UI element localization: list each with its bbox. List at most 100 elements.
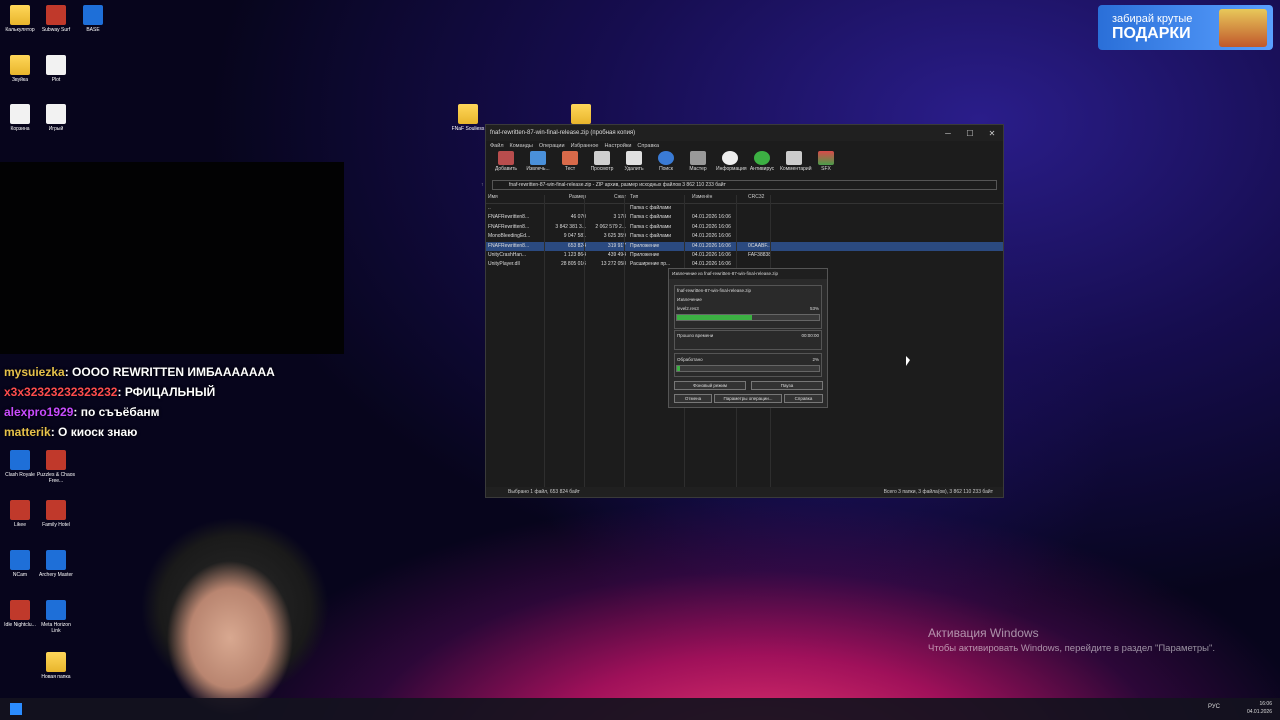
folder-icon (10, 5, 30, 25)
column-header-row: Имя Размер Сжат Тип Изменён CRC32 (486, 194, 1003, 204)
column-packed[interactable]: Сжат (586, 194, 626, 203)
desktop-icon[interactable]: Clash Royale (0, 450, 40, 478)
desktop-icon[interactable]: Family Hotel (36, 500, 76, 528)
add-button[interactable]: Добавить (492, 150, 520, 172)
status-total: Всего 3 папки, 3 файла(ов), 3 862 110 23… (883, 489, 993, 495)
desktop-icon[interactable]: Idle Nightclu... (0, 600, 40, 628)
up-arrow-icon[interactable]: ↑ (481, 181, 484, 189)
column-size[interactable]: Размер (546, 194, 586, 203)
comment-button[interactable]: Комментарий (780, 150, 812, 172)
activation-watermark: Активация Windows Чтобы активировать Win… (928, 626, 1215, 654)
chat-text: О киоск знаю (58, 425, 138, 439)
file-row[interactable]: UnityCrashHan... 1 123 864 439 494 Приложен… (486, 251, 1003, 260)
chat-user: mysuiezka (4, 365, 65, 379)
add-icon (498, 151, 514, 165)
menu-file[interactable]: Файл (490, 143, 504, 149)
file-percent: 53% (809, 306, 819, 311)
file-row[interactable]: FNAFRewritten8... 46 070 3 178 Папка с файл… (486, 213, 1003, 222)
wizard-button[interactable]: Мастер (684, 150, 712, 172)
promo-line1: забирай крутые (1112, 13, 1193, 25)
desktop-icon[interactable]: Новая папка (36, 652, 76, 680)
close-button[interactable]: ✕ (981, 129, 1003, 138)
clock[interactable]: 16:06 04.01.2026 (1247, 700, 1272, 716)
archery-icon (46, 550, 66, 570)
menu-bar: Файл Команды Операции Избранное Настройк… (486, 141, 1003, 150)
puzzles-icon (46, 450, 66, 470)
streamer-figure (115, 488, 360, 720)
address-bar[interactable]: ↑ fnaf-rewritten-87-win-final-release.zi… (481, 180, 997, 190)
comment-icon (786, 151, 802, 165)
desktop-icon[interactable]: FNaF Souliess (448, 104, 488, 132)
desktop-icon[interactable] (561, 104, 601, 126)
pause-button[interactable]: Пауза (751, 381, 823, 390)
file-row[interactable]: MonoBleedingEd... 9 047 581 3 625 359 Папка… (486, 232, 1003, 241)
minimize-button[interactable]: ─ (937, 129, 959, 138)
mouse-cursor-icon (906, 356, 910, 366)
maximize-button[interactable]: ☐ (959, 129, 981, 138)
test-button[interactable]: Тест (556, 150, 584, 172)
processed-percent: 2% (812, 357, 819, 362)
desktop-icon[interactable]: Puzzles & Chaos Free... (36, 450, 76, 484)
desktop-icon[interactable]: Meta Horizon Link (36, 600, 76, 634)
desktop-icon[interactable]: Корзина (0, 104, 40, 132)
menu-favorites[interactable]: Избранное (571, 143, 599, 149)
promo-banner[interactable]: забирай крутые ПОДАРКИ (1098, 5, 1273, 50)
extract-button[interactable]: Извлечь... (524, 150, 552, 172)
desktop-icon[interactable]: Игрый (36, 104, 76, 132)
desktop-icon[interactable]: NCam (0, 550, 40, 578)
menu-operations[interactable]: Операции (539, 143, 565, 149)
desktop-icon[interactable]: BASE (73, 5, 113, 33)
file-row[interactable]: .. Папка с файлами (486, 204, 1003, 213)
column-type[interactable]: Тип (626, 194, 688, 203)
info-icon (722, 151, 738, 165)
folder-icon (46, 652, 66, 672)
menu-commands[interactable]: Команды (510, 143, 533, 149)
delete-button[interactable]: Удалить (620, 150, 648, 172)
document-icon (46, 104, 66, 124)
extract-icon (530, 151, 546, 165)
windows-start-icon[interactable] (10, 703, 22, 715)
activation-text: Чтобы активировать Windows, перейдите в … (928, 643, 1215, 654)
desktop-icon[interactable]: Archery Master (36, 550, 76, 578)
toolbar: Добавить Извлечь... Тест Просмотр Удалит… (486, 150, 1003, 178)
desktop: { "desktop_icons": [ {"label": "Калькуля… (0, 0, 1280, 720)
info-button[interactable]: Информация (716, 150, 747, 172)
desktop-icon[interactable]: Звуйка (0, 55, 40, 83)
file-list: .. Папка с файлами FNAFRewritten8... 46 07… (486, 204, 1003, 270)
recycle-bin-icon (10, 104, 30, 124)
language-indicator[interactable]: РУС (1208, 704, 1220, 710)
view-icon (594, 151, 610, 165)
base-app-icon (83, 5, 103, 25)
column-crc[interactable]: CRC32 (744, 194, 782, 203)
help-button[interactable]: Справка (784, 394, 823, 403)
options-button[interactable]: Параметры операции... (714, 394, 782, 403)
antivirus-button[interactable]: Антивирус (748, 150, 776, 172)
menu-help[interactable]: Справка (637, 143, 659, 149)
gift-icon (1219, 9, 1267, 47)
column-name[interactable]: Имя (486, 194, 546, 203)
desktop-icon[interactable]: Subway Surf (36, 5, 76, 33)
dialog-title: Извлечение из fnaf-rewritten-87-win-fina… (669, 269, 827, 279)
desktop-icon[interactable]: Likee (0, 500, 40, 528)
chat-message: matterik: О киоск знаю (4, 425, 138, 439)
trash-icon (626, 151, 642, 165)
column-divider (584, 195, 585, 487)
sfx-button[interactable]: SFX (812, 150, 840, 172)
status-selected: Выбрано 1 файл, 653 824 байт (508, 489, 580, 495)
ncam-icon (10, 550, 30, 570)
find-button[interactable]: Поиск (652, 150, 680, 172)
chat-message: alexpro1929: по съъёбанм (4, 405, 160, 419)
file-progress-bar (676, 314, 820, 321)
desktop-icon[interactable]: Калькулятор (0, 5, 40, 33)
desktop-icon[interactable]: Plot (36, 55, 76, 83)
processed-label: Обработано (677, 357, 703, 362)
antivirus-icon (754, 151, 770, 165)
file-row[interactable]: FNAFRewritten8... 3 842 381 3... 2 062 579… (486, 223, 1003, 232)
chat-text: РФИЦАЛЬНЫЙ (124, 385, 216, 399)
view-button[interactable]: Просмотр (588, 150, 616, 172)
webcam-overlay (0, 162, 344, 354)
menu-settings[interactable]: Настройки (604, 143, 631, 149)
file-row-selected[interactable]: FNAFRewritten8... 653 824 319 917 Приложени… (486, 241, 1003, 251)
cancel-button[interactable]: Отмена (674, 394, 712, 403)
background-button[interactable]: Фоновый режим (674, 381, 746, 390)
